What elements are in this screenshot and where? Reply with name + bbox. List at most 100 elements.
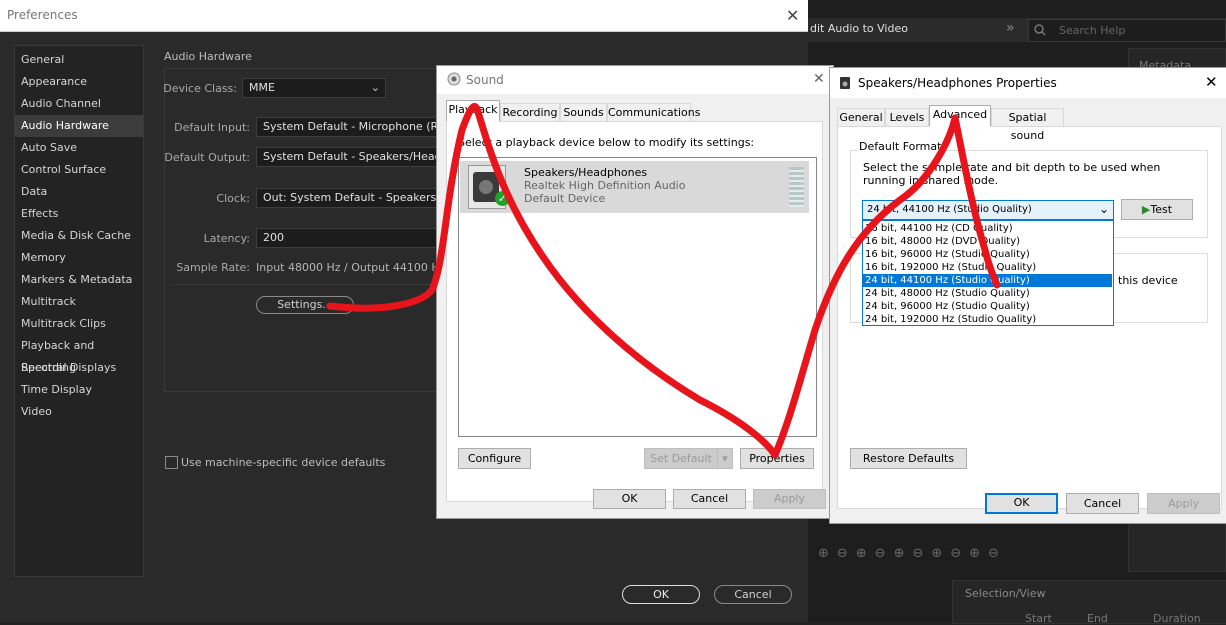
- sidebar-item[interactable]: Appearance: [15, 71, 143, 93]
- sidebar-item[interactable]: Media & Disk Cache: [15, 225, 143, 247]
- sidebar-item[interactable]: Time Display: [15, 379, 143, 401]
- format-select[interactable]: 24 bit, 44100 Hz (Studio Quality) ⌄: [862, 200, 1114, 220]
- latency-value: 200: [263, 231, 284, 244]
- background-title: dit Audio to Video: [810, 22, 908, 35]
- double-chevron-icon[interactable]: »: [1006, 20, 1015, 36]
- clock-select[interactable]: Out: System Default - Speakers/Hea: [256, 188, 440, 208]
- sound-tab[interactable]: Playback: [446, 100, 500, 122]
- configure-button[interactable]: Configure: [458, 448, 531, 469]
- speaker-icon: [447, 72, 461, 86]
- sidebar-item[interactable]: Auto Save: [15, 137, 143, 159]
- sidebar-item[interactable]: Video: [15, 401, 143, 423]
- sound-dialog: Sound ✕ Select a playback device below t…: [436, 65, 834, 519]
- chevron-down-icon[interactable]: ▾: [717, 448, 733, 469]
- speakers-tab[interactable]: Levels: [885, 108, 929, 127]
- speaker-icon: [840, 77, 850, 89]
- sidebar-item[interactable]: Multitrack Clips: [15, 313, 143, 335]
- search-icon: [1034, 24, 1046, 36]
- format-dropdown-list: 16 bit, 44100 Hz (CD Quality) 16 bit, 480…: [862, 220, 1114, 326]
- sidebar-item[interactable]: General: [15, 49, 143, 71]
- prefs-cancel-button[interactable]: Cancel: [714, 585, 792, 604]
- test-button[interactable]: ▶Test: [1121, 199, 1193, 220]
- speakers-tab[interactable]: General: [837, 108, 885, 127]
- sidebar-item[interactable]: Memory: [15, 247, 143, 269]
- clock-value: Out: System Default - Speakers/Hea: [263, 191, 440, 204]
- latency-input[interactable]: 200: [256, 228, 440, 248]
- sound-tab[interactable]: Recording: [500, 103, 560, 122]
- default-format-title: Default Format: [857, 140, 944, 153]
- default-input-select[interactable]: System Default - Microphone (Realt: [256, 117, 440, 137]
- device-status: Default Device: [524, 192, 606, 205]
- selection-view-label: Selection/View: [965, 587, 1046, 600]
- speakers-title: Speakers/Headphones Properties: [858, 76, 1057, 90]
- format-option[interactable]: 24 bit, 96000 Hz (Studio Quality): [863, 300, 1112, 313]
- machine-defaults-checkbox[interactable]: [165, 456, 178, 469]
- help-search-input[interactable]: Search Help: [1028, 19, 1226, 42]
- format-option[interactable]: 16 bit, 96000 Hz (Studio Quality): [863, 248, 1112, 261]
- default-input-value: System Default - Microphone (Realt: [263, 120, 440, 133]
- sound-cancel-button[interactable]: Cancel: [673, 489, 746, 509]
- col-start: Start: [1025, 612, 1052, 625]
- sound-ok-button[interactable]: OK: [593, 489, 666, 509]
- format-option[interactable]: 24 bit, 48000 Hz (Studio Quality): [863, 287, 1112, 300]
- format-option[interactable]: 16 bit, 44100 Hz (CD Quality): [863, 222, 1112, 235]
- close-icon[interactable]: ✕: [813, 71, 825, 87]
- background-top-bar: dit Audio to Video » Search Help: [808, 18, 1226, 42]
- col-end: End: [1087, 612, 1108, 625]
- format-option[interactable]: 24 bit, 192000 Hz (Studio Quality): [863, 313, 1112, 326]
- close-icon[interactable]: ✕: [786, 6, 799, 25]
- device-class-label: Device Class:: [163, 82, 237, 95]
- sidebar-item[interactable]: Audio Hardware: [15, 115, 143, 137]
- sidebar-item[interactable]: Effects: [15, 203, 143, 225]
- zoom-icons[interactable]: ⊕⊖⊕⊖⊕⊖⊕⊖⊕⊖: [818, 546, 1007, 561]
- format-option[interactable]: 16 bit, 48000 Hz (DVD Quality): [863, 235, 1112, 248]
- speakers-ok-button[interactable]: OK: [985, 493, 1058, 514]
- sidebar-item[interactable]: Markers & Metadata: [15, 269, 143, 291]
- device-name: Speakers/Headphones: [524, 166, 648, 179]
- default-output-select[interactable]: System Default - Speakers/Headpho: [256, 147, 440, 167]
- checkmark-icon: ✓: [495, 191, 510, 206]
- properties-button[interactable]: Properties: [740, 448, 814, 469]
- sample-rate-label: Sample Rate:: [176, 261, 250, 274]
- settings-button[interactable]: Settings...: [256, 296, 354, 314]
- sidebar-item[interactable]: Control Surface: [15, 159, 143, 181]
- machine-defaults-label: Use machine-specific device defaults: [181, 456, 386, 469]
- format-option[interactable]: 16 bit, 192000 Hz (Studio Quality): [863, 261, 1112, 274]
- sound-tab[interactable]: Sounds: [560, 103, 607, 122]
- sidebar-item[interactable]: Audio Channel Mapping: [15, 93, 143, 132]
- sound-apply-button[interactable]: Apply: [753, 489, 826, 509]
- sample-rate-value: Input 48000 Hz / Output 44100 Hz: [256, 261, 446, 274]
- device-list-item[interactable]: ✓ Speakers/Headphones Realtek High Defin…: [460, 161, 809, 213]
- speakers-tab[interactable]: Advanced: [929, 105, 991, 127]
- speakers-tab[interactable]: Spatial sound: [991, 108, 1064, 142]
- clock-label: Clock:: [216, 192, 250, 205]
- close-icon[interactable]: ✕: [1205, 73, 1218, 91]
- col-duration: Duration: [1153, 612, 1201, 625]
- format-select-value: 24 bit, 44100 Hz (Studio Quality): [867, 204, 1032, 215]
- format-option[interactable]: 24 bit, 44100 Hz (Studio Quality): [863, 274, 1112, 287]
- zoom-toolbar: ⊕⊖⊕⊖⊕⊖⊕⊖⊕⊖: [810, 540, 1120, 566]
- preferences-titlebar: Preferences ✕: [0, 0, 808, 32]
- selection-view-panel: Selection/View Start End Duration: [952, 580, 1226, 625]
- sidebar-item[interactable]: Spectral Displays: [15, 357, 143, 379]
- sound-tab[interactable]: Communications: [607, 103, 700, 122]
- sidebar-item[interactable]: Playback and Recording: [15, 335, 143, 374]
- device-class-value: MME: [249, 81, 275, 94]
- sound-titlebar: Sound ✕: [437, 66, 833, 94]
- default-input-label: Default Input:: [174, 121, 250, 134]
- device-driver: Realtek High Definition Audio: [524, 179, 686, 192]
- sidebar-item[interactable]: Data: [15, 181, 143, 203]
- speakers-properties-dialog: Speakers/Headphones Properties ✕ Default…: [829, 67, 1226, 524]
- sidebar-item[interactable]: Multitrack: [15, 291, 143, 313]
- speakers-cancel-button[interactable]: Cancel: [1066, 493, 1139, 514]
- exclusive-partial-text: this device: [1118, 274, 1178, 287]
- sound-title: Sound: [466, 73, 504, 87]
- restore-defaults-button[interactable]: Restore Defaults: [850, 448, 967, 469]
- speakers-apply-button[interactable]: Apply: [1147, 493, 1220, 514]
- set-default-button[interactable]: Set Default: [644, 448, 718, 469]
- playback-instruction: Select a playback device below to modify…: [458, 136, 755, 149]
- prefs-ok-button[interactable]: OK: [622, 585, 700, 604]
- device-list: ✓ Speakers/Headphones Realtek High Defin…: [458, 157, 817, 437]
- device-class-select[interactable]: MME ⌄: [242, 78, 386, 98]
- section-title: Audio Hardware: [164, 50, 252, 63]
